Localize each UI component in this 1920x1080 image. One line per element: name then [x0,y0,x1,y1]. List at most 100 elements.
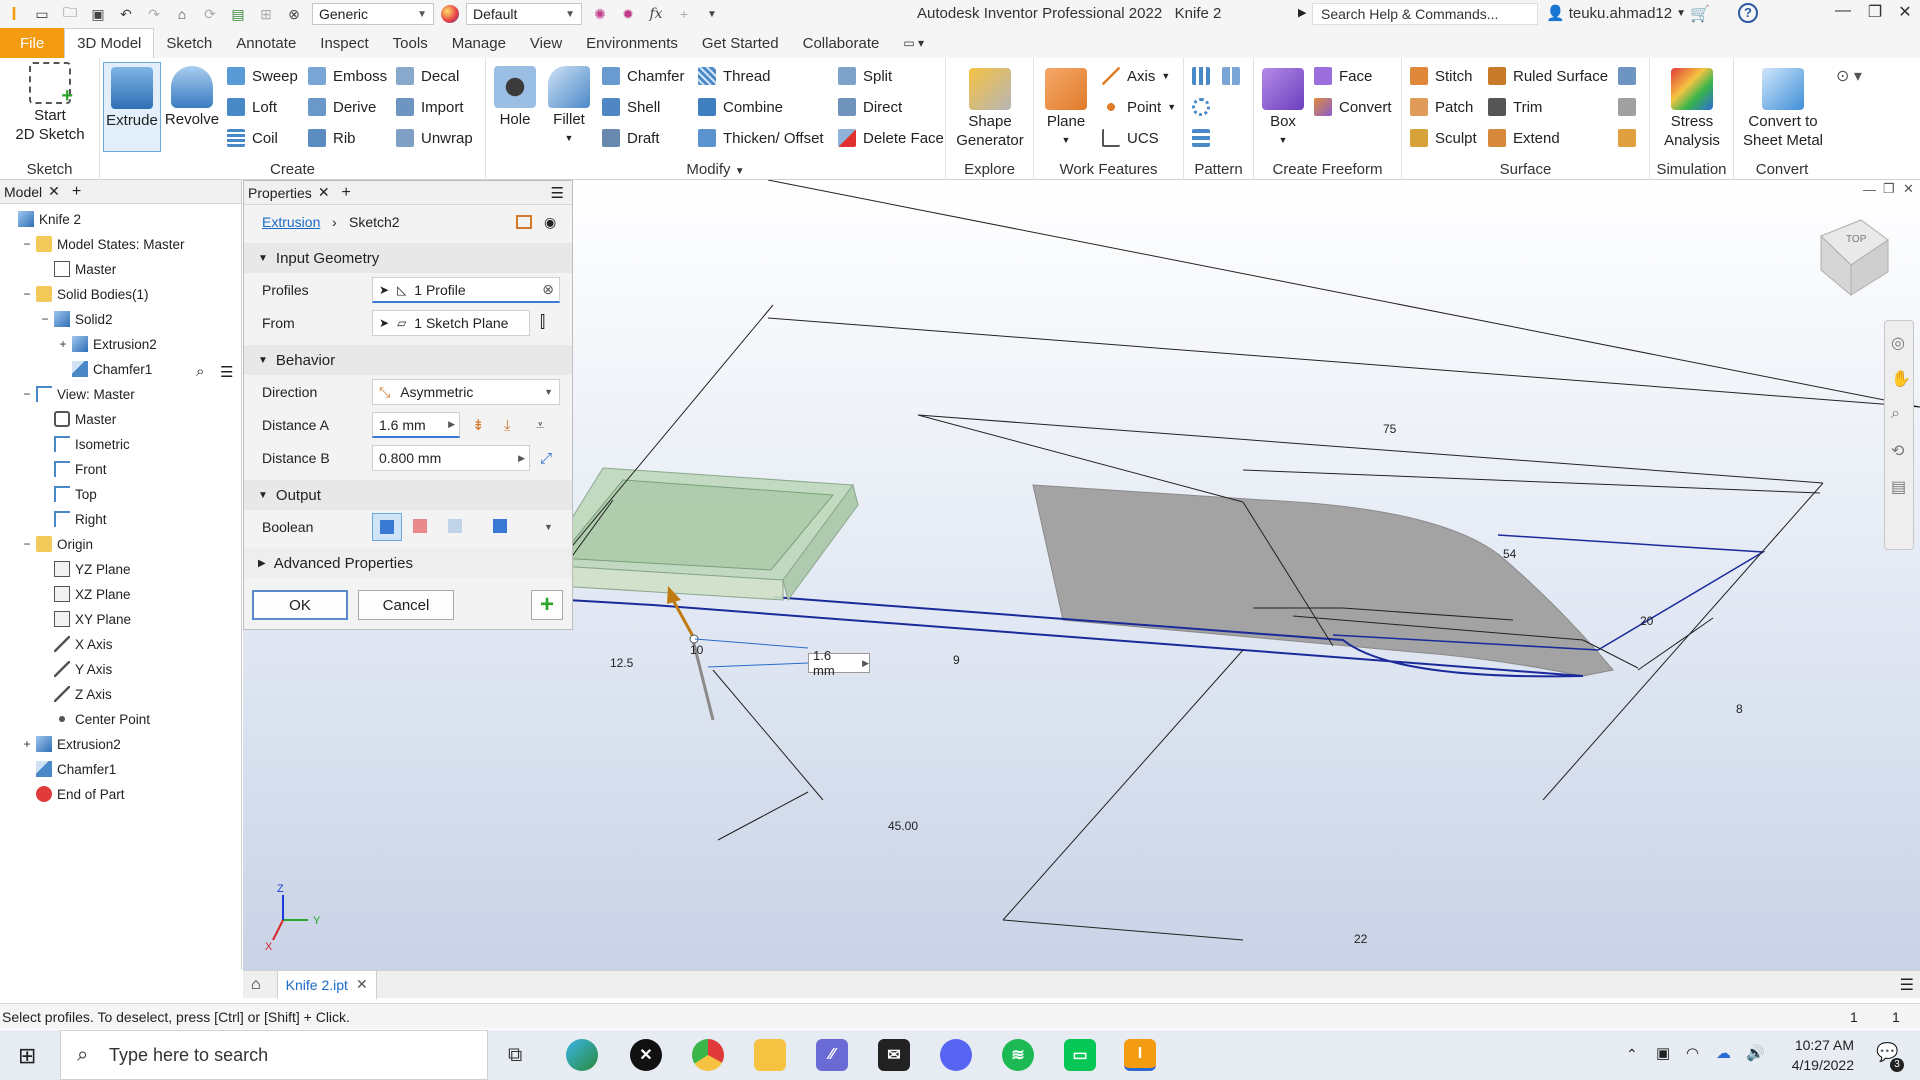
task-view-icon[interactable]: ⧉ [508,1044,522,1067]
close-icon[interactable]: ✕ [318,184,330,201]
save-icon[interactable]: ▣ [87,5,109,23]
tab-3d-model[interactable]: 3D Model [64,28,155,58]
tree-item[interactable]: − View: Master [22,382,135,406]
close-icon[interactable]: ✕ [1890,2,1920,22]
pan-icon[interactable]: ✋ [1891,369,1911,389]
unwrap-button[interactable]: Unwrap [396,126,473,150]
ucs-button[interactable]: UCS [1102,126,1159,150]
split-button[interactable]: Split [838,64,892,88]
collapse-icon[interactable]: − [22,287,32,301]
emboss-button[interactable]: Emboss [308,64,387,88]
coil-button[interactable]: Coil [227,126,278,150]
shell-button[interactable]: Shell [602,95,660,119]
distance-a-input[interactable]: 1.6 mm ▶ [372,412,460,438]
inventor-app-icon[interactable]: I [1124,1039,1156,1071]
tree-item[interactable]: XZ Plane [40,582,131,606]
home-icon[interactable]: ⌂ [171,5,193,23]
plus-icon[interactable]: + [72,183,81,201]
distance-input-tag[interactable]: 1.6 mm ▶ [808,648,870,678]
properties-tab[interactable]: Properties [248,185,312,201]
loft-button[interactable]: Loft [227,95,277,119]
edge-app-icon[interactable] [566,1039,598,1071]
cancel-button[interactable]: Cancel [358,590,454,620]
hole-button[interactable]: Hole [490,62,540,129]
draft-button[interactable]: Draft [602,126,660,150]
flip-direction-icon[interactable]: ⤢ [540,450,552,467]
steering-wheel-icon[interactable]: ◎ [1891,333,1905,353]
dim-20[interactable]: 20 [1640,614,1654,628]
direct-button[interactable]: Direct [838,95,902,119]
collapse-icon[interactable]: − [22,387,32,401]
convert-sheet-metal-button[interactable]: Convert to Sheet Metal [1736,62,1830,150]
point-button[interactable]: Point ▼ [1102,95,1176,119]
tree-item[interactable]: Knife 2 [4,207,81,231]
from-selector[interactable]: ➤ ▱ 1 Sketch Plane [372,310,530,336]
freeform-convert-button[interactable]: Convert [1314,95,1392,119]
viewport-minimize-icon[interactable]: — [1863,182,1876,197]
menu-icon[interactable]: ☰ [551,184,564,202]
intersect-boolean-button[interactable] [444,515,468,539]
collapse-icon[interactable]: − [22,237,32,251]
browser-tab-model[interactable]: Model [4,184,42,200]
patch-button[interactable]: Patch [1410,95,1473,119]
update-icon[interactable]: ⟳ [199,5,221,23]
tab-get-started[interactable]: Get Started [690,28,791,58]
orbit-icon[interactable]: ⟲ [1891,441,1904,461]
axis-button[interactable]: Axis ▼ [1102,64,1170,88]
distance-b-input[interactable]: 0.800 mm ▶ [372,445,530,471]
menu-icon[interactable]: ☰ [220,363,233,381]
tab-view[interactable]: View [518,28,574,58]
power-automate-icon[interactable]: ⁄⁄ [816,1039,848,1071]
help-icon[interactable]: ? [1738,3,1758,23]
extrude-direction-arrow[interactable] [671,599,697,641]
trim-button[interactable]: Trim [1488,95,1542,119]
tree-item[interactable]: − Model States: Master [22,232,185,256]
between-icon[interactable]: ⩡ [536,417,544,434]
box-button[interactable]: Box ▼ [1260,62,1306,150]
breadcrumb-feature[interactable]: Extrusion [262,214,320,230]
menu-icon[interactable]: ☰ [1900,975,1914,995]
dim-9[interactable]: 9 [953,653,960,667]
adjust-icon[interactable]: ✺ [589,5,611,23]
tree-item[interactable]: Master [40,407,116,431]
redo-icon[interactable]: ↷ [143,5,165,23]
collapse-icon[interactable]: − [40,312,50,326]
clear-appearance-icon[interactable]: ✹ [617,5,639,23]
spotify-app-icon[interactable]: ≋ [1002,1039,1034,1071]
tree-item[interactable]: − Solid2 [40,307,113,331]
sketch-pattern-button[interactable] [1192,126,1217,150]
dim-45[interactable]: 45.00 [888,819,918,833]
tree-item[interactable]: Top [40,482,97,506]
new-solid-button[interactable] [489,515,513,539]
extrude-button[interactable]: Extrude [103,62,161,152]
dim-10[interactable]: 10 [690,643,704,657]
xbox-app-icon[interactable]: ✕ [630,1039,662,1071]
combine-button[interactable]: Combine [698,95,783,119]
tree-item[interactable]: Right [40,507,107,531]
undo-icon[interactable]: ↶ [115,5,137,23]
cut-boolean-button[interactable] [409,515,433,539]
tree-item[interactable]: XY Plane [40,607,131,631]
look-at-icon[interactable]: ▤ [1891,477,1906,497]
clear-selection-icon[interactable]: ⊗ [542,281,554,298]
measure-icon[interactable]: ⊞ [255,5,277,23]
derive-button[interactable]: Derive [308,95,376,119]
tree-item[interactable]: Master [40,257,116,281]
tab-tools[interactable]: Tools [381,28,440,58]
volume-icon[interactable]: 🔊 [1746,1044,1765,1062]
view-cube[interactable]: TOP [1820,219,1889,297]
dim-8[interactable]: 8 [1736,702,1743,716]
restore-icon[interactable]: ❐ [1860,2,1890,22]
tree-item[interactable]: X Axis [40,632,113,656]
viewport-restore-icon[interactable]: ❐ [1883,181,1895,197]
search-icon[interactable]: ⌕ [196,363,204,380]
wifi-icon[interactable]: ◠ [1686,1044,1699,1062]
search-help-input[interactable]: Search Help & Commands... [1312,3,1538,25]
section-output[interactable]: ▼ Output [244,480,572,510]
tree-item[interactable]: Isometric [40,432,130,456]
tab-file[interactable]: File [0,28,65,58]
tree-item[interactable]: Y Axis [40,657,112,681]
taskbar-search-input[interactable]: ⌕ Type here to search [60,1030,488,1080]
tree-item[interactable]: Chamfer1 [58,357,152,381]
tree-item[interactable]: Chamfer1 [22,757,116,781]
